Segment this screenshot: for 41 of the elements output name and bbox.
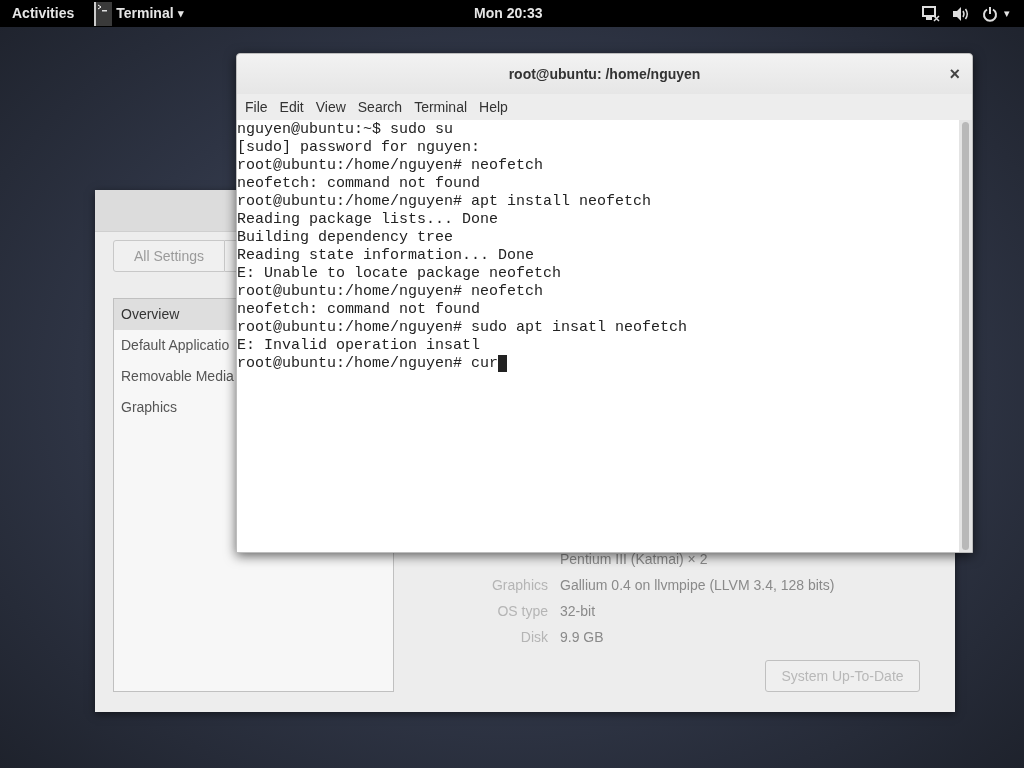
terminal-line: root@ubuntu:/home/nguyen# apt install neofetch xyxy=(237,193,652,211)
sidebar-item[interactable]: Overview xyxy=(114,299,236,330)
activities-button[interactable]: Activities xyxy=(12,3,75,24)
terminal-line: [sudo] password for nguyen: xyxy=(237,139,481,157)
power-icon[interactable] xyxy=(982,5,998,22)
system-menu-caret[interactable]: ▾ xyxy=(1004,5,1010,22)
sidebar-item[interactable]: Removable Media xyxy=(114,361,236,392)
terminal-line: E: Invalid operation insatl xyxy=(237,337,481,355)
window-title: root@ubuntu: /home/nguyen xyxy=(508,64,701,84)
menu-item[interactable]: Help xyxy=(473,96,514,118)
terminal-line: Reading package lists... Done xyxy=(237,211,499,229)
close-button[interactable]: × xyxy=(949,65,960,83)
menu-item[interactable]: Search xyxy=(351,96,409,118)
menu-item[interactable]: View xyxy=(309,96,352,118)
detail-label: Graphics xyxy=(490,575,548,595)
detail-value: Pentium III (Katmai) × 2 xyxy=(560,549,708,569)
volume-icon[interactable] xyxy=(952,5,970,22)
detail-label: Disk xyxy=(519,627,548,647)
terminal-line: root@ubuntu:/home/nguyen# cur xyxy=(237,355,499,373)
terminal-line: neofetch: command not found xyxy=(237,175,481,193)
terminal-line: root@ubuntu:/home/nguyen# neofetch xyxy=(237,283,544,301)
terminal-line: root@ubuntu:/home/nguyen# neofetch xyxy=(237,157,544,175)
clock[interactable]: Mon 20:33 xyxy=(474,3,543,24)
detail-value: Gallium 0.4 on llvmpipe (LLVM 3.4, 128 bits) xyxy=(560,575,835,595)
terminal-line: neofetch: command not found xyxy=(237,301,481,319)
terminal-line: root@ubuntu:/home/nguyen# sudo apt insatl neofetch xyxy=(237,319,688,337)
terminal-line: Building dependency tree xyxy=(237,229,454,247)
network-icon[interactable] xyxy=(922,5,940,22)
sidebar-item[interactable]: Graphics xyxy=(114,392,236,423)
menu-item[interactable]: File xyxy=(239,96,274,118)
detail-value: 9.9 GB xyxy=(560,627,604,647)
app-menu[interactable]: Terminal ▾ xyxy=(94,0,184,27)
detail-label: OS type xyxy=(496,601,548,621)
detail-value: 32-bit xyxy=(560,601,596,621)
menu-item[interactable]: Terminal xyxy=(408,96,474,118)
terminal-line: E: Unable to locate package neofetch xyxy=(237,265,562,283)
terminal-line: nguyen@ubuntu:~$ sudo su xyxy=(237,121,454,139)
terminal-line: Reading state information... Done xyxy=(237,247,535,265)
sidebar-item[interactable]: Default Applicatio xyxy=(114,330,236,361)
menu-item[interactable]: Edit xyxy=(273,96,310,118)
terminal-icon xyxy=(94,1,113,26)
